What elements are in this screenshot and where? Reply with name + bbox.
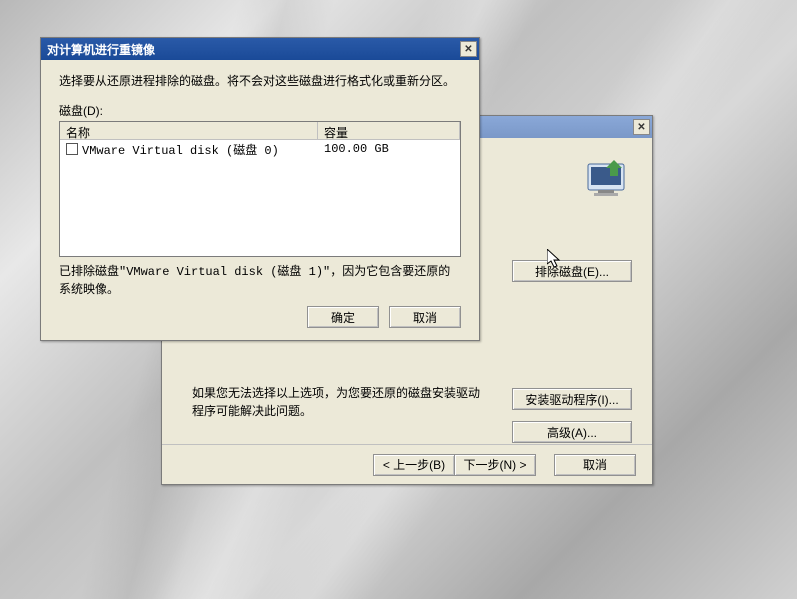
instruction-text: 选择要从还原进程排除的磁盘。将不会对这些磁盘进行格式化或重新分区。: [59, 72, 461, 90]
disk-name: VMware Virtual disk (磁盘 0): [82, 141, 279, 158]
disk-listview[interactable]: 名称 容量 VMware Virtual disk (磁盘 0) 100.00 …: [59, 121, 461, 257]
wizard-cancel-button[interactable]: 取消: [554, 454, 636, 476]
next-button[interactable]: 下一步(N) >: [454, 454, 536, 476]
disk-size: 100.00 GB: [318, 142, 460, 156]
advanced-button[interactable]: 高级(A)...: [512, 421, 632, 443]
dialog-title: 对计算机进行重镜像: [47, 41, 155, 58]
disk-label: 磁盘(D):: [59, 102, 461, 119]
dialog-titlebar[interactable]: 对计算机进行重镜像 ✕: [41, 38, 479, 60]
ok-button[interactable]: 确定: [307, 306, 379, 328]
checkbox[interactable]: [66, 143, 78, 155]
install-driver-button[interactable]: 安装驱动程序(I)...: [512, 388, 632, 410]
list-item[interactable]: VMware Virtual disk (磁盘 0) 100.00 GB: [60, 140, 460, 158]
close-icon[interactable]: ✕: [460, 41, 477, 57]
wizard-button-bar: < 上一步(B) 下一步(N) > 取消: [162, 444, 652, 484]
close-icon[interactable]: ✕: [633, 119, 650, 135]
help-text: 如果您无法选择以上选项，为您要还原的磁盘安装驱动程序可能解决此问题。: [192, 384, 482, 420]
back-button[interactable]: < 上一步(B): [373, 454, 455, 476]
column-name[interactable]: 名称: [60, 122, 318, 139]
exclude-disk-button[interactable]: 排除磁盘(E)...: [512, 260, 632, 282]
exclude-disk-dialog: 对计算机进行重镜像 ✕ 选择要从还原进程排除的磁盘。将不会对这些磁盘进行格式化或…: [40, 37, 480, 341]
listview-header: 名称 容量: [60, 122, 460, 140]
excluded-message: 已排除磁盘"VMware Virtual disk (磁盘 1)"，因为它包含要…: [59, 263, 461, 299]
column-size[interactable]: 容量: [318, 122, 460, 139]
cancel-button[interactable]: 取消: [389, 306, 461, 328]
reimage-icon: [582, 156, 632, 198]
